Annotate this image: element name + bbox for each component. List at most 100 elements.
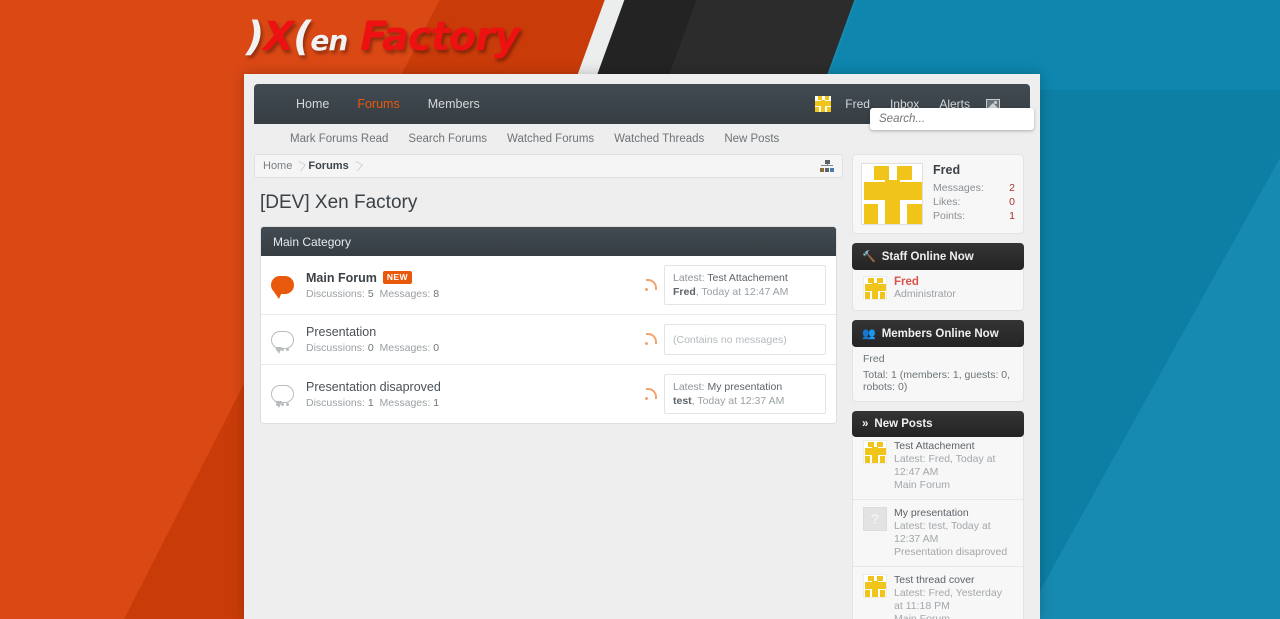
hammer-icon: 🔨 [862,251,876,263]
chevron-right-icon: » [862,418,869,430]
forum-node-title-wrap: Main Forum NEW [306,271,645,285]
members-online-header: 👥 Members Online Now [852,320,1024,347]
stat-value: 0 [1009,196,1015,208]
new-post-forum[interactable]: Main Forum [894,479,1013,492]
new-posts-block: » New Posts Test Attachement Latest: Fre… [852,411,1024,619]
stat-value: 2 [1009,182,1015,194]
staff-title: Administrator [894,288,956,300]
list-item[interactable]: Test Attachement Latest: Fred, Today at … [853,433,1023,500]
search-input[interactable] [871,109,1033,129]
subnav-watched-forums[interactable]: Watched Forums [497,133,604,145]
visitor-panel: Fred Messages: 2 Likes: 0 Points: 1 [852,154,1024,234]
new-posts-header: » New Posts [852,411,1024,437]
logo-en: en [310,24,348,57]
avatar[interactable] [861,163,923,225]
last-post-author[interactable]: test [673,395,692,407]
list-item[interactable]: My presentation Latest: test, Today at 1… [853,500,1023,567]
members-online-body: Fred Total: 1 (members: 1, guests: 0, ro… [852,343,1024,402]
new-post-title[interactable]: Test thread cover [894,574,1013,587]
forum-node-title-wrap: Presentation [306,325,645,339]
new-post-title[interactable]: My presentation [894,507,1013,520]
rss-icon[interactable] [645,387,657,400]
last-post-box: Latest: Test Attachement Fred, Today at … [664,265,826,305]
nav-tab-home[interactable]: Home [282,84,343,124]
members-online-total: Total: 1 (members: 1, guests: 0, robots:… [863,369,1011,393]
last-post-author[interactable]: Fred [673,286,696,298]
main-column: Home Forums [DEV] Xen Factory Main Categ… [254,154,843,424]
forum-node-row[interactable]: Presentation disaproved Discussions: 1 M… [261,365,836,423]
avatar[interactable] [863,507,887,531]
stat-label: Likes: [933,196,961,208]
new-post-meta: Latest: Fred, Today at 12:47 AM [894,453,996,478]
new-badge: NEW [382,271,412,284]
avatar[interactable] [863,574,887,598]
list-item[interactable]: Test thread cover Latest: Fred, Yesterda… [853,567,1023,619]
staff-info: Fred Administrator [894,276,956,300]
messages-count: 8 [433,287,440,300]
forum-category-block: Main Category Main Forum NEW Discussions… [260,226,837,424]
breadcrumb-item-forums[interactable]: Forums [308,160,364,172]
new-post-title[interactable]: Test Attachement [894,440,1013,453]
forum-node-title[interactable]: Presentation disaproved [306,380,441,394]
forum-node-row[interactable]: Main Forum NEW Discussions: 5 Messages: … [261,256,836,315]
last-post-time: Today at 12:47 AM [701,286,789,298]
rss-icon[interactable] [645,278,657,291]
content-columns: Home Forums [DEV] Xen Factory Main Categ… [254,154,1030,619]
members-online-names[interactable]: Fred [863,351,1013,367]
site-logo[interactable]: )X(en Factory [246,14,520,60]
staff-online-title: Staff Online Now [881,250,974,263]
messages-count: 0 [433,342,440,354]
stat-row: Points: 1 [933,209,1015,223]
rss-icon[interactable] [645,333,657,345]
nav-tab-members[interactable]: Members [414,84,494,124]
avatar[interactable] [863,440,887,464]
stat-value: 1 [1009,210,1015,222]
messages-count: 1 [433,396,440,409]
stat-row: Likes: 0 [933,195,1015,209]
discussions-count: 1 [367,396,374,409]
discussions-label: Discussions: [306,396,365,409]
discussions-label: Discussions: [306,287,365,300]
user-avatar-icon[interactable] [815,96,832,112]
subnav-mark-forums-read[interactable]: Mark Forums Read [280,133,398,145]
forum-node-stats: Discussions: 1 Messages: 1 [306,397,645,409]
subnav-watched-threads[interactable]: Watched Threads [604,133,714,145]
forum-node-row[interactable]: Presentation Discussions: 0 Messages: 0 … [261,315,836,365]
discussions-count: 5 [367,287,374,300]
page-title: [DEV] Xen Factory [260,192,418,213]
visitor-panel-block: Fred Messages: 2 Likes: 0 Points: 1 [852,154,1024,234]
forum-unread-icon [271,276,294,299]
logo-x: X [263,14,294,60]
last-post-title-line: Latest: My presentation [673,380,817,394]
nav-tab-forums[interactable]: Forums [343,84,413,124]
list-item[interactable]: Fred Administrator [863,274,1013,302]
search-box[interactable] [870,108,1034,130]
last-post-prefix: Latest: [673,272,705,284]
forum-node-stats: Discussions: 0 Messages: 0 [306,342,645,354]
discussions-count: 0 [367,342,374,354]
last-post-box: Latest: My presentation test, Today at 1… [664,374,826,414]
breadcrumb-item-home[interactable]: Home [263,160,308,172]
staff-online-header: 🔨 Staff Online Now [852,243,1024,270]
category-header: Main Category [261,227,836,256]
last-post-title[interactable]: Test Attachement [707,272,788,284]
visitor-info: Fred Messages: 2 Likes: 0 Points: 1 [933,163,1015,223]
sidebar: Fred Messages: 2 Likes: 0 Points: 1 🔨 St… [852,154,1024,619]
users-icon: 👥 [862,328,876,340]
last-post-title[interactable]: My presentation [707,381,782,393]
subnav-search-forums[interactable]: Search Forums [398,133,497,145]
discussions-label: Discussions: [306,342,365,354]
new-post-forum[interactable]: Presentation disaproved [894,546,1013,559]
subnav-new-posts[interactable]: New Posts [714,133,789,145]
new-post-text: Test thread cover Latest: Fred, Yesterda… [894,574,1013,619]
staff-name[interactable]: Fred [894,276,956,288]
forum-node-title[interactable]: Presentation [306,325,376,339]
forum-read-icon [271,330,294,354]
sitemap-icon[interactable] [820,160,834,173]
new-post-text: Test Attachement Latest: Fred, Today at … [894,440,1013,492]
new-post-forum[interactable]: Main Forum [894,613,1013,619]
forum-node-title[interactable]: Main Forum [306,271,377,285]
avatar[interactable] [863,276,887,300]
forum-node-info: Presentation disaproved Discussions: 1 M… [306,380,645,409]
visitor-name[interactable]: Fred [933,163,1015,177]
